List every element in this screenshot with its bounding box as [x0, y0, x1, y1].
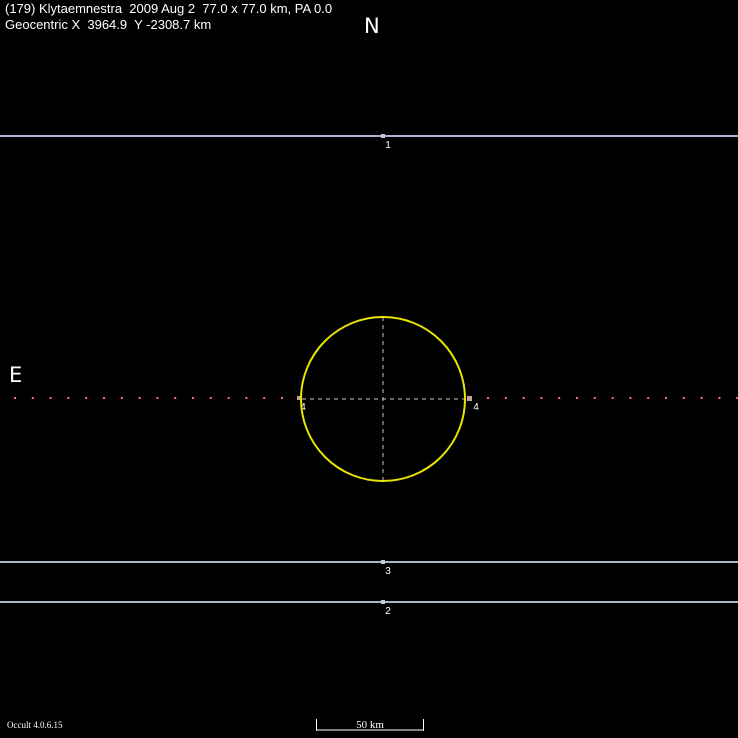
chord-2-label: 2 — [385, 606, 391, 617]
chord-2-marker — [381, 600, 385, 604]
chord-3-marker — [381, 560, 385, 564]
chord-1-label: 1 — [385, 140, 391, 151]
chord-4-marker-right — [467, 396, 472, 401]
asteroid-profile — [300, 316, 466, 482]
chord-4-label-right: 4 — [473, 402, 479, 413]
chord-3-label: 3 — [385, 566, 391, 577]
chord-2: 2 — [0, 600, 738, 617]
software-version: Occult 4.0.6.15 — [7, 720, 63, 730]
chord-plot: 1 3 2 4 4 — [0, 134, 738, 731]
occultation-plot: (179) Klytaemnestra 2009 Aug 2 77.0 x 77… — [0, 0, 738, 738]
chord-1-marker — [381, 134, 385, 138]
scale-bar-label: 50 km — [356, 719, 384, 731]
chord-3: 3 — [0, 560, 738, 577]
chord-1: 1 — [0, 134, 738, 151]
